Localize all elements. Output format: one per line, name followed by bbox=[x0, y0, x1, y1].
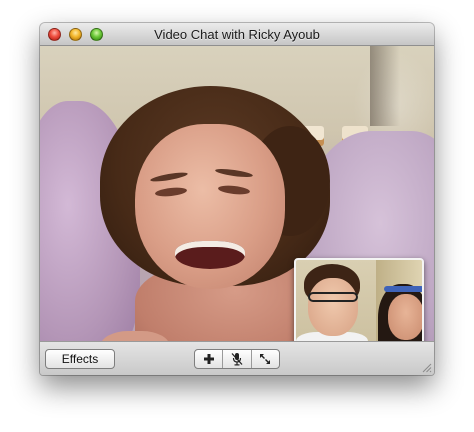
call-controls bbox=[194, 349, 280, 369]
self-view-headband bbox=[384, 286, 422, 292]
title-bar[interactable]: Video Chat with Ricky Ayoub bbox=[40, 23, 434, 46]
video-chat-window: Video Chat with Ricky Ayoub Effects bbox=[40, 23, 434, 375]
main-video-feed bbox=[40, 46, 434, 341]
mute-button[interactable] bbox=[223, 350, 252, 368]
effects-button[interactable]: Effects bbox=[45, 349, 115, 369]
fullscreen-icon bbox=[260, 354, 271, 364]
resize-grip-icon[interactable] bbox=[420, 361, 432, 373]
bottom-toolbar: Effects bbox=[40, 341, 434, 375]
window-title: Video Chat with Ricky Ayoub bbox=[154, 27, 320, 42]
background-wall bbox=[370, 46, 400, 126]
plus-icon bbox=[203, 354, 214, 364]
self-view-preview[interactable] bbox=[294, 258, 424, 341]
mute-microphone-icon bbox=[231, 353, 243, 366]
fullscreen-button[interactable] bbox=[252, 350, 279, 368]
self-view-person-face bbox=[308, 278, 358, 336]
add-participant-button[interactable] bbox=[195, 350, 224, 368]
mouth bbox=[175, 241, 245, 269]
self-view-person2-face bbox=[388, 294, 422, 340]
self-view-glasses bbox=[308, 292, 358, 302]
